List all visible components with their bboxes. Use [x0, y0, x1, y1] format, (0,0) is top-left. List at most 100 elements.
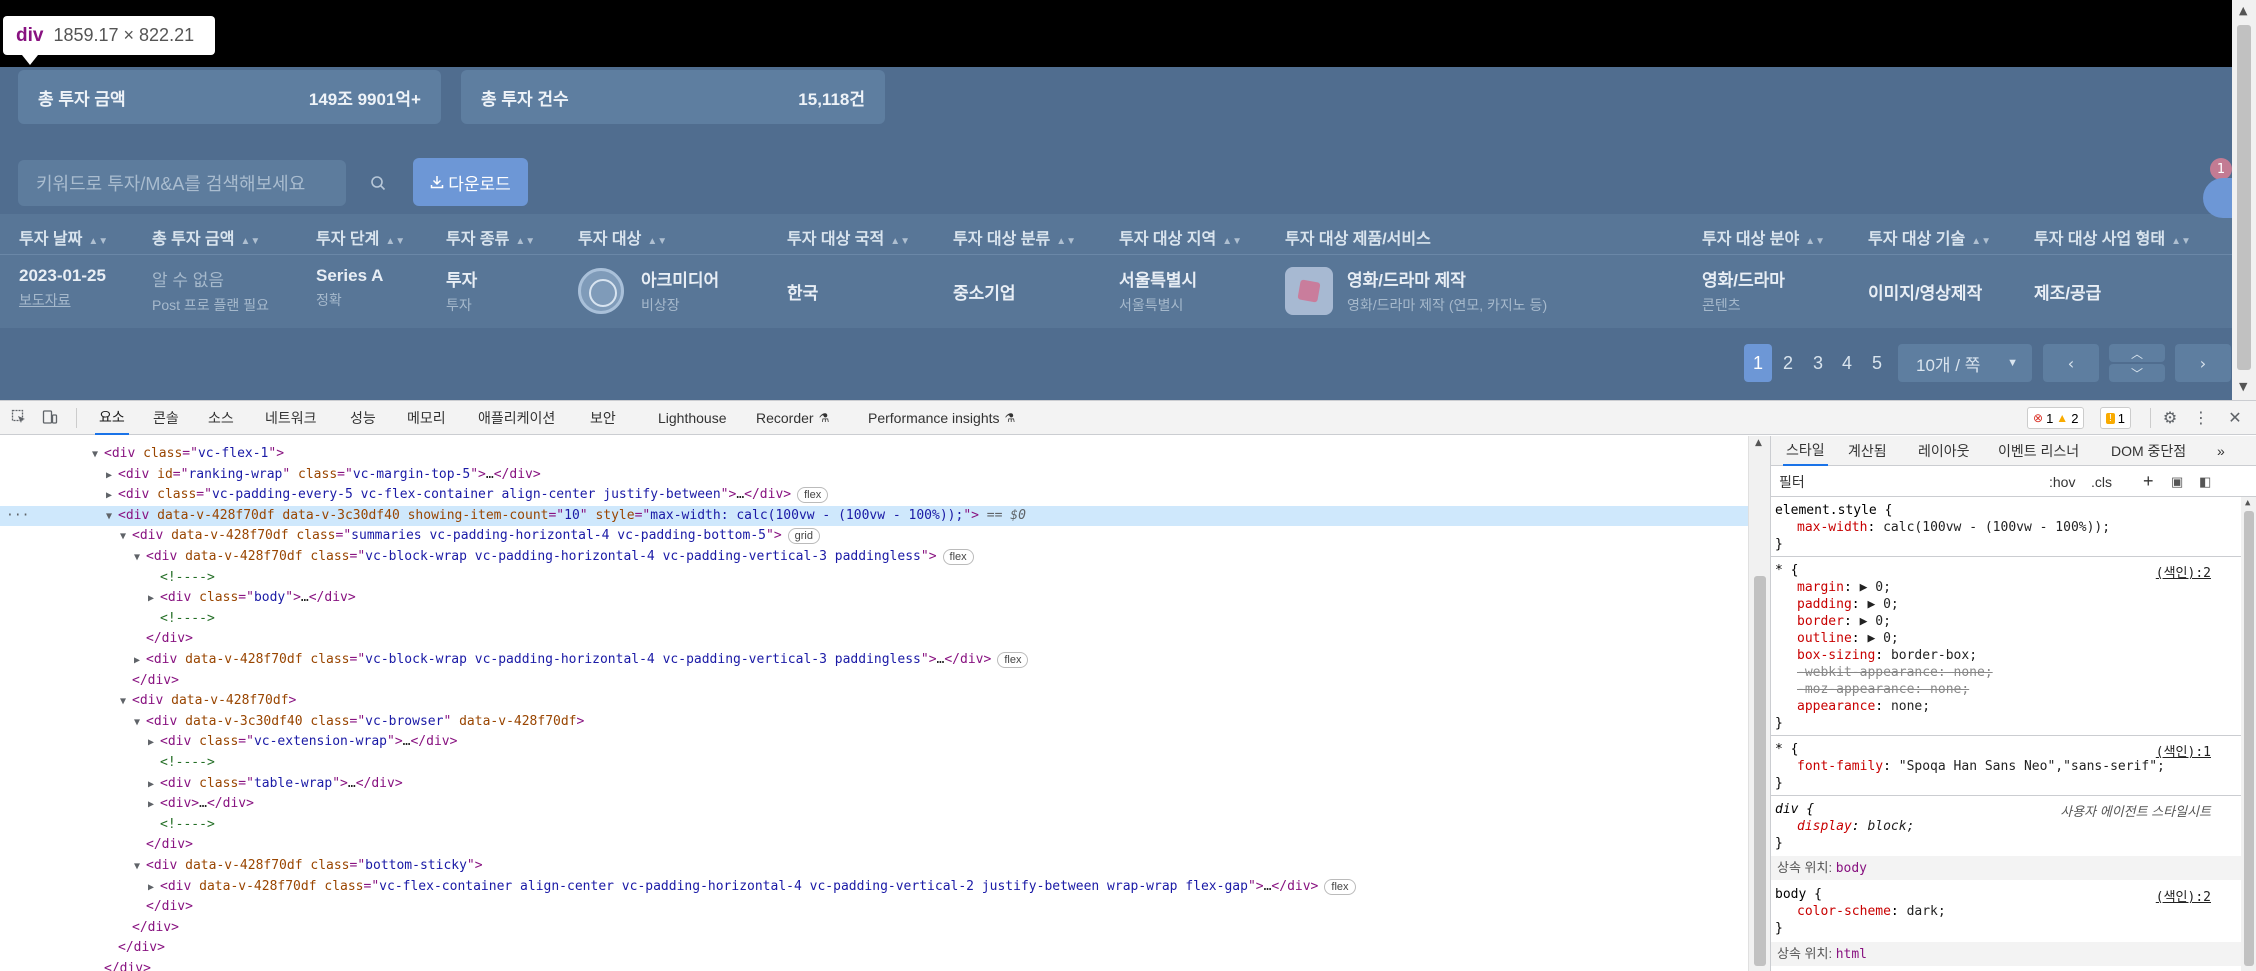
tab-performance-insights[interactable]: Performance insights ⚗	[868, 401, 1015, 435]
overridden-declaration[interactable]: -webkit-appearance: none;	[1797, 664, 1993, 681]
page-1-button[interactable]: 1	[1744, 344, 1772, 382]
overridden-declaration[interactable]: -moz-appearance: none;	[1797, 681, 1969, 698]
scroll-down-button[interactable]: ﹀	[2109, 364, 2165, 382]
flex-badge[interactable]: flex	[942, 549, 974, 565]
scroll-up-arrow-icon[interactable]: ▲	[1755, 438, 1762, 448]
expand-triangle-icon[interactable]: ▶	[148, 589, 160, 609]
tab-dom-breakpoints[interactable]: DOM 중단점	[2111, 436, 2186, 466]
dom-node[interactable]: ▼ <div data-v-428f70df class="bottom-stic…	[0, 856, 1748, 876]
gear-icon[interactable]: ⚙	[2160, 407, 2180, 427]
header-product[interactable]: 투자 대상 제품/서비스	[1285, 225, 1431, 249]
style-declaration[interactable]: font-family: "Spoqa Han Sans Neo","sans-…	[1797, 758, 2165, 775]
console-counts-badge[interactable]: ⊗ 1 ▲ 2	[2027, 407, 2085, 429]
collapse-triangle-icon[interactable]: ▼	[134, 548, 146, 568]
issues-badge[interactable]: ! 1	[2100, 407, 2132, 429]
plus-icon[interactable]: +	[2143, 471, 2154, 492]
dom-node[interactable]: </div>	[0, 671, 1748, 691]
dom-node[interactable]: </div>	[0, 918, 1748, 938]
hov-toggle[interactable]: :hov	[2049, 474, 2075, 490]
grid-badge[interactable]: grid	[787, 528, 820, 545]
flex-badge[interactable]: flex	[1324, 878, 1356, 895]
dom-node-selected[interactable]: ··· ▼ <div data-v-428f70df data-v-3c30df40…	[0, 505, 1748, 527]
flex-badge[interactable]: flex	[797, 487, 829, 504]
next-page-button[interactable]: ›	[2175, 344, 2231, 382]
style-declaration[interactable]: margin: ▶ 0;	[1797, 579, 1891, 596]
elements-tree[interactable]: ▼ <div class="vc-flex-1"> ▶ <div id="rankin…	[0, 436, 1748, 971]
collapse-triangle-icon[interactable]: ▼	[120, 527, 132, 547]
style-declaration[interactable]: color-scheme: dark;	[1797, 903, 1946, 920]
dom-node[interactable]: ▶ <div data-v-428f70df class="vc-flex-con…	[0, 877, 1748, 897]
device-toolbar-icon[interactable]	[40, 407, 60, 427]
dom-node[interactable]: ▶ <div id="ranking-wrap" class="vc-margin…	[0, 465, 1748, 485]
dom-node[interactable]: ▼ <div data-v-428f70df class="vc-block-wr…	[0, 547, 1748, 567]
dom-node[interactable]: ▶ <div class="body">…</div>	[0, 588, 1748, 608]
expand-triangle-icon[interactable]: ▶	[134, 651, 146, 671]
style-declaration[interactable]: outline: ▶ 0;	[1797, 630, 1899, 647]
expand-triangle-icon[interactable]: ▶	[148, 795, 160, 815]
dom-node[interactable]: ▼ <div data-v-3c30df40 class="vc-browser"…	[0, 712, 1748, 732]
expand-triangle-icon[interactable]: ▶	[148, 733, 160, 753]
per-page-select[interactable]: 10개 / 쪽 ▼	[1898, 344, 2032, 382]
tab-event-listeners[interactable]: 이벤트 리스너	[1998, 436, 2079, 466]
node-options-icon[interactable]: ···	[6, 506, 29, 526]
dom-node[interactable]: </div>	[0, 835, 1748, 855]
sidebar-toggle-icon[interactable]: ◧	[2199, 474, 2211, 490]
dom-node[interactable]: </div>	[0, 959, 1748, 971]
tab-layout[interactable]: 레이아웃	[1918, 436, 1970, 466]
styles-scrollbar[interactable]: ▲	[2241, 497, 2256, 971]
flex-badge[interactable]: flex	[997, 652, 1029, 668]
tab-security[interactable]: 보안	[590, 401, 616, 435]
header-field[interactable]: 투자 대상 분야 ▲▼	[1702, 225, 1825, 249]
dom-node[interactable]: ▼ <div data-v-428f70df class="summaries v…	[0, 526, 1748, 546]
scrollbar-thumb[interactable]	[1754, 576, 1766, 966]
dom-node[interactable]: </div>	[0, 938, 1748, 958]
tab-memory[interactable]: 메모리	[407, 401, 446, 435]
tab-recorder[interactable]: Recorder ⚗	[756, 401, 829, 435]
dom-node[interactable]: ▶ <div data-v-428f70df class="vc-block-wr…	[0, 650, 1748, 670]
dom-node[interactable]: ▼ <div data-v-428f70df>	[0, 691, 1748, 711]
style-declaration[interactable]: border: ▶ 0;	[1797, 613, 1891, 630]
collapse-triangle-icon[interactable]: ▼	[120, 692, 132, 712]
page-2-button[interactable]: 2	[1774, 344, 1802, 382]
press-link[interactable]: 보도자료	[19, 290, 106, 310]
cls-toggle[interactable]: .cls	[2091, 474, 2112, 490]
header-target[interactable]: 투자 대상 ▲▼	[578, 225, 667, 249]
search-button[interactable]	[354, 160, 402, 206]
tab-application[interactable]: 애플리케이션	[478, 401, 555, 435]
scroll-up-arrow-icon[interactable]: ▲	[2239, 4, 2247, 17]
header-category[interactable]: 투자 대상 분류 ▲▼	[953, 225, 1076, 249]
expand-triangle-icon[interactable]: ▶	[148, 878, 160, 898]
dom-node[interactable]: ▶ <div class="vc-extension-wrap">…</div>	[0, 732, 1748, 752]
styles-filter-input[interactable]: 필터	[1779, 472, 1805, 492]
scrollbar-thumb[interactable]	[2244, 511, 2254, 966]
prev-page-button[interactable]: ‹	[2043, 344, 2099, 382]
scroll-up-button[interactable]: ︿	[2109, 344, 2165, 362]
scroll-down-arrow-icon[interactable]: ▼	[2239, 380, 2247, 393]
page-4-button[interactable]: 4	[1833, 344, 1861, 382]
table-row[interactable]: 2023-01-25 보도자료 알 수 없음 Post 프로 플랜 필요 Ser…	[0, 254, 2232, 328]
tab-network[interactable]: 네트워크	[265, 401, 317, 435]
cell-target[interactable]: 아크미디어 비상장	[641, 266, 719, 315]
collapse-triangle-icon[interactable]: ▼	[134, 713, 146, 733]
dom-node[interactable]: ▶ <div>…</div>	[0, 794, 1748, 814]
header-type[interactable]: 투자 종류 ▲▼	[446, 225, 535, 249]
elements-scrollbar[interactable]: ▲	[1748, 436, 1770, 971]
collapse-triangle-icon[interactable]: ▼	[134, 857, 146, 877]
page-5-button[interactable]: 5	[1863, 344, 1891, 382]
scroll-up-arrow-icon[interactable]: ▲	[2245, 498, 2250, 508]
dom-node[interactable]: ▶ <div class="table-wrap">…</div>	[0, 774, 1748, 794]
header-date[interactable]: 투자 날짜 ▲▼	[19, 225, 108, 249]
style-declaration[interactable]: padding: ▶ 0;	[1797, 596, 1899, 613]
more-tabs-icon[interactable]: »	[2217, 436, 2225, 466]
expand-triangle-icon[interactable]: ▶	[106, 466, 118, 486]
header-region[interactable]: 투자 대상 지역 ▲▼	[1119, 225, 1242, 249]
dom-node[interactable]: <!---->	[0, 753, 1748, 773]
style-declaration[interactable]: appearance: none;	[1797, 698, 1930, 715]
tab-sources[interactable]: 소스	[208, 401, 234, 435]
expand-triangle-icon[interactable]: ▶	[106, 486, 118, 506]
search-input[interactable]: 키워드로 투자/M&A를 검색해보세요	[18, 160, 346, 206]
tab-elements[interactable]: 요소	[95, 401, 129, 435]
tab-console[interactable]: 콘솔	[153, 401, 179, 435]
collapse-triangle-icon[interactable]: ▼	[106, 507, 118, 527]
dom-node[interactable]: </div>	[0, 629, 1748, 649]
